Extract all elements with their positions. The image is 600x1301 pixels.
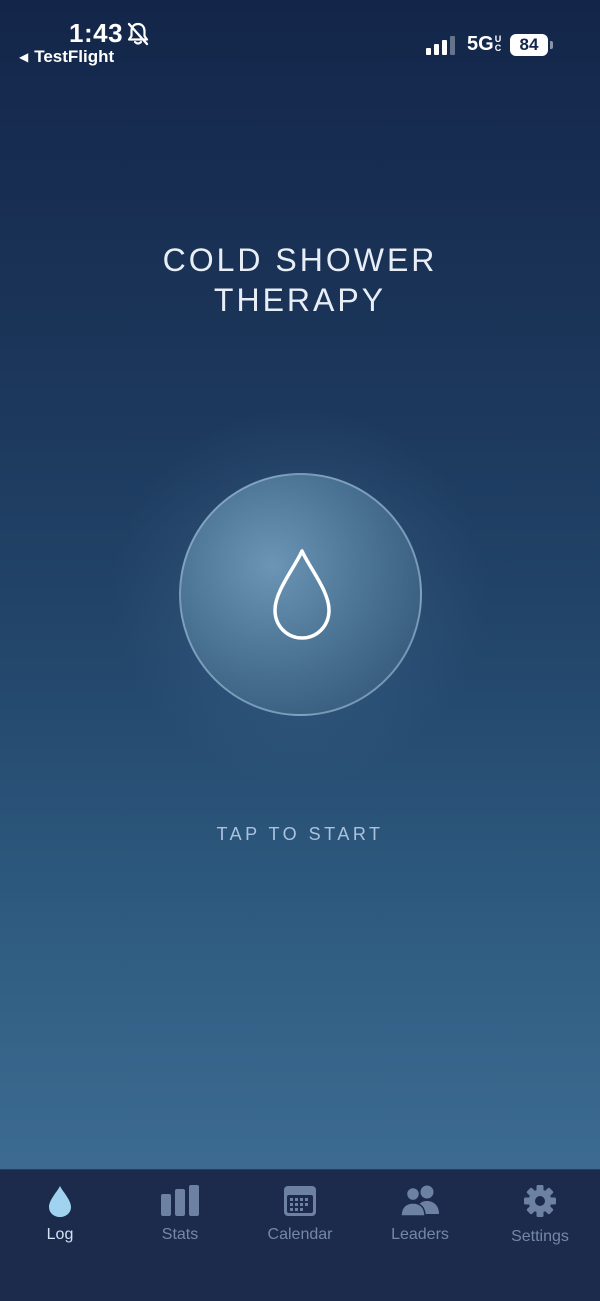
tab-stats-label: Stats <box>161 1226 199 1243</box>
tab-log[interactable]: Log <box>0 1170 120 1270</box>
status-time: 1:43 <box>69 18 124 48</box>
tab-settings-label: Settings <box>511 1228 569 1245</box>
bar-chart-icon <box>161 1185 199 1216</box>
tab-calendar[interactable]: Calendar <box>240 1170 360 1270</box>
bell-slash-icon <box>127 22 149 46</box>
app-screen: 1:43 ◀ TestFlight 5G U C 84 COLD SHOWER … <box>0 0 600 1301</box>
start-shower-button[interactable] <box>179 473 422 716</box>
title-line-1: COLD SHOWER <box>162 242 438 278</box>
tab-leaders[interactable]: Leaders <box>360 1170 480 1270</box>
network-sup: U C <box>495 35 502 53</box>
battery-level: 84 <box>510 34 548 56</box>
water-drop-icon <box>273 549 331 640</box>
network-sup-bottom: C <box>494 43 502 53</box>
tab-calendar-label: Calendar <box>267 1226 333 1243</box>
tab-leaders-label: Leaders <box>391 1226 449 1243</box>
tab-log-label: Log <box>46 1226 74 1243</box>
network-type-label: 5G <box>467 33 494 55</box>
cellular-signal-icon <box>426 36 455 55</box>
title-line-2: THERAPY <box>213 282 387 318</box>
tab-stats[interactable]: Stats <box>120 1170 240 1270</box>
gear-icon <box>524 1185 556 1217</box>
tap-to-start-label: TAP TO START <box>216 824 384 844</box>
back-link-label: TestFlight <box>34 47 115 66</box>
back-arrow-icon: ◀ <box>19 50 29 64</box>
calendar-icon <box>284 1186 316 1216</box>
status-bar: 1:43 ◀ TestFlight 5G U C 84 <box>0 0 600 80</box>
network-type: 5G U C <box>467 33 501 56</box>
tab-settings[interactable]: Settings <box>480 1170 600 1270</box>
battery-tip <box>550 41 553 49</box>
back-to-testflight-link[interactable]: ◀ TestFlight <box>19 47 114 67</box>
page-title: COLD SHOWER THERAPY <box>0 240 600 320</box>
tab-bar: Log Stats Calendar Leaders Settings <box>0 1169 600 1301</box>
drop-icon <box>49 1186 71 1217</box>
battery-indicator: 84 <box>510 34 554 56</box>
people-icon <box>400 1185 439 1217</box>
